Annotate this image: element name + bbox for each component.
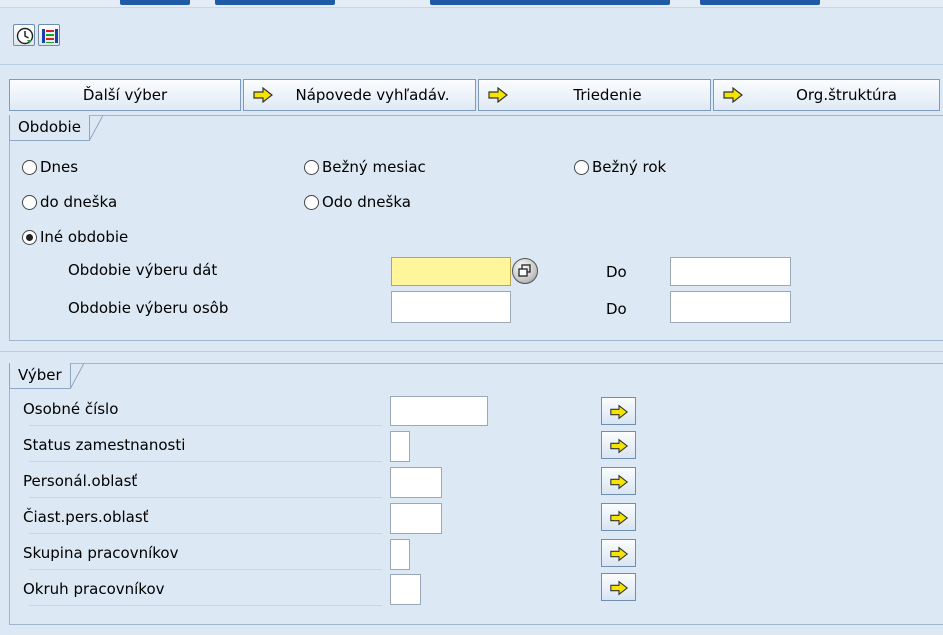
radio-other-period-label: Iné obdobie (40, 228, 129, 246)
personnel-subarea-input[interactable] (390, 503, 442, 534)
period-group-title: Obdobie (9, 115, 103, 141)
person-period-to-input[interactable] (670, 291, 791, 323)
radio-today[interactable]: Dnes (22, 158, 78, 176)
multiple-selection-button-employee-subgroup[interactable] (601, 573, 636, 601)
personnel-subarea-label: Čiast.pers.oblasť (23, 508, 149, 526)
title-fragment (120, 0, 190, 5)
title-fragment (215, 0, 335, 5)
radio-circle[interactable] (22, 194, 37, 210)
radio-current-year-label: Bežný rok (592, 158, 667, 176)
sorting-label: Triedenie (573, 86, 642, 104)
row-divider (29, 461, 382, 462)
radio-other-period[interactable]: Iné obdobie (22, 228, 128, 246)
multiple-selection-button-personnel-number[interactable] (601, 397, 636, 425)
arrow-right-icon (488, 87, 508, 103)
title-bar (0, 0, 943, 8)
radio-circle[interactable] (304, 159, 319, 175)
search-help-button[interactable]: Nápovede vyhľadáv. (243, 79, 476, 111)
multiple-selection-button-employment-status[interactable] (601, 431, 636, 459)
arrow-right-icon (610, 546, 629, 562)
separator (0, 351, 943, 352)
layout-button[interactable] (38, 24, 60, 46)
arrow-right-icon (253, 87, 273, 103)
title-fragment (700, 0, 820, 5)
data-period-to-label: Do (606, 263, 627, 281)
org-structure-label: Org.štruktúra (796, 86, 897, 104)
multiple-selection-button-personnel-area[interactable] (601, 467, 636, 495)
radio-circle[interactable] (304, 194, 319, 210)
radio-up-to-today-label: do dneška (40, 193, 118, 211)
application-toolbar (0, 10, 943, 58)
separator (0, 64, 943, 65)
org-structure-button[interactable]: Org.štruktúra (713, 79, 940, 111)
radio-current-year[interactable]: Bežný rok (574, 158, 666, 176)
multiple-selection-button-employee-group[interactable] (601, 539, 636, 567)
radio-circle[interactable] (22, 159, 37, 175)
employment-status-label: Status zamestnanosti (23, 436, 186, 454)
search-help-label: Nápovede vyhľadáv. (295, 86, 450, 104)
data-period-label: Obdobie výberu dát (68, 261, 218, 279)
radio-from-today[interactable]: Odo dneška (304, 193, 411, 211)
personnel-number-input[interactable] (390, 396, 488, 426)
employee-subgroup-input[interactable] (390, 574, 421, 605)
arrow-right-icon (610, 438, 629, 454)
arrow-right-icon (610, 404, 629, 420)
selection-title-text: Výber (18, 366, 62, 384)
person-period-to-label: Do (606, 300, 627, 318)
arrow-right-icon (723, 87, 743, 103)
data-period-from-input[interactable] (391, 257, 511, 286)
employment-status-input[interactable] (390, 431, 410, 462)
radio-up-to-today[interactable]: do dneška (22, 193, 117, 211)
row-divider (29, 605, 382, 606)
multiple-selection-button[interactable] (512, 258, 538, 284)
execute-clock-icon (16, 27, 34, 45)
layout-icon (42, 29, 58, 43)
row-divider (29, 497, 382, 498)
arrow-right-icon (610, 580, 629, 596)
arrow-right-icon (610, 474, 629, 490)
employee-subgroup-label: Okruh pracovníkov (23, 580, 165, 598)
row-divider (29, 425, 382, 426)
row-divider (29, 569, 382, 570)
more-selection-button[interactable]: Ďalší výber (9, 79, 241, 111)
period-group: Obdobie Dnes Bežný mesiac Bežný rok do d… (9, 115, 943, 341)
more-selection-label: Ďalší výber (82, 86, 168, 104)
radio-current-month-label: Bežný mesiac (322, 158, 426, 176)
data-period-to-input[interactable] (670, 257, 791, 286)
period-title-text: Obdobie (18, 118, 81, 136)
person-period-label: Obdobie výberu osôb (68, 299, 229, 317)
multiple-selection-button-personnel-subarea[interactable] (601, 503, 636, 531)
personnel-area-input[interactable] (390, 467, 442, 498)
radio-from-today-label: Odo dneška (322, 193, 411, 211)
arrow-right-icon (610, 510, 629, 526)
row-divider (29, 533, 382, 534)
radio-circle-selected[interactable] (22, 229, 37, 245)
personnel-area-label: Personál.oblasť (23, 472, 138, 490)
selection-group-title: Výber (9, 363, 84, 389)
sorting-button[interactable]: Triedenie (478, 79, 711, 111)
radio-today-label: Dnes (40, 158, 79, 176)
window-icon (518, 264, 531, 277)
title-fragment (430, 0, 670, 5)
employee-group-input[interactable] (390, 539, 410, 570)
radio-circle[interactable] (574, 159, 589, 175)
execute-button[interactable] (13, 24, 35, 46)
personnel-number-label: Osobné číslo (23, 400, 119, 418)
radio-current-month[interactable]: Bežný mesiac (304, 158, 426, 176)
person-period-from-input[interactable] (391, 291, 511, 323)
employee-group-label: Skupina pracovníkov (23, 544, 179, 562)
